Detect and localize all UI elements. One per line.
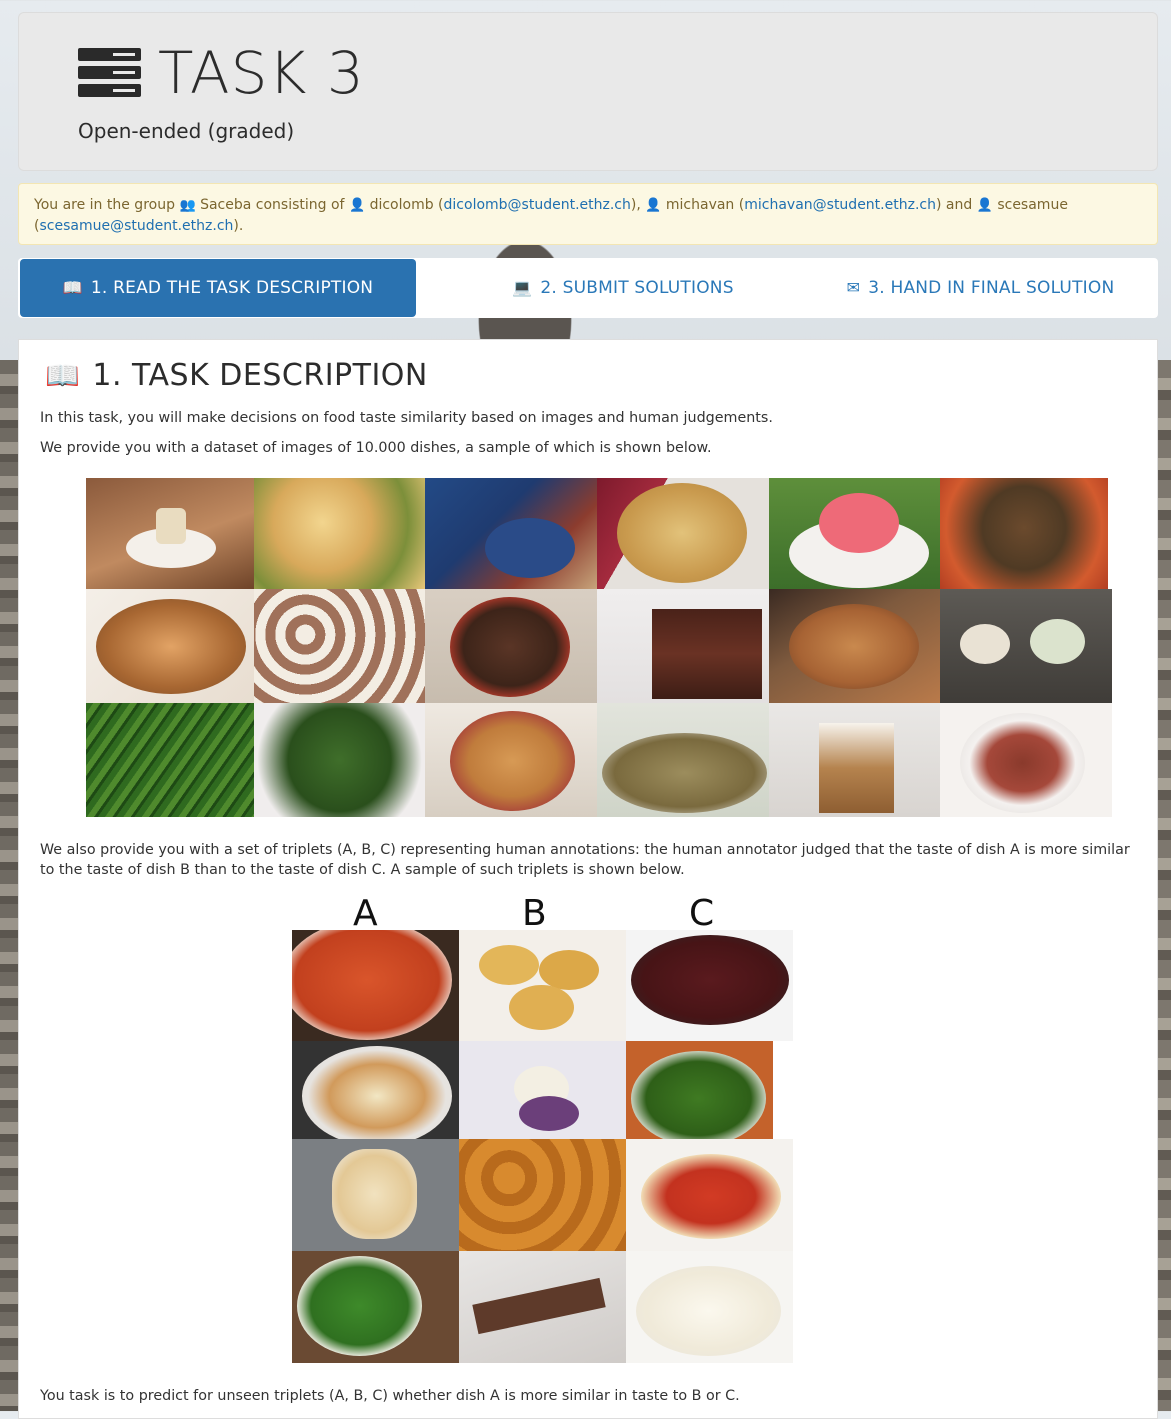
member-email-link[interactable]: dicolomb@student.ethz.ch [444, 197, 631, 213]
users-icon: 👥 [179, 198, 196, 213]
dish-image [940, 703, 1112, 817]
prediction-paragraph: You task is to predict for unseen triple… [40, 1388, 740, 1404]
tab-label: 1. READ THE TASK DESCRIPTION [90, 278, 374, 298]
tab-label: 2. SUBMIT SOLUTIONS [540, 278, 734, 298]
alert-and: and [945, 197, 973, 213]
tab-label: 3. HAND IN FINAL SOLUTION [868, 278, 1115, 298]
member-email-link[interactable]: scesamue@student.ethz.ch [39, 218, 233, 234]
triplet-image-c [626, 1251, 793, 1363]
alert-prefix: You are in the group [34, 197, 175, 213]
envelope-icon: ✉ [846, 278, 861, 297]
intro-paragraph: In this task, you will make decisions on… [40, 410, 773, 426]
dish-image [769, 589, 940, 703]
laptop-icon: 💻 [512, 278, 533, 297]
triplet-label-c: C [689, 893, 715, 934]
member-email-link[interactable]: michavan@student.ethz.ch [744, 197, 936, 213]
book-icon: 📖 [45, 359, 81, 392]
dish-image [254, 478, 425, 589]
tab-hand-in-final[interactable]: ✉ 3. HAND IN FINAL SOLUTION [808, 258, 1153, 318]
dish-image [425, 703, 597, 817]
triplet-image-a [292, 930, 459, 1041]
triplet-label-b: B [522, 893, 547, 934]
dataset-paragraph: We provide you with a dataset of images … [40, 440, 712, 456]
page-header: TASK 3 Open-ended (graded) [18, 12, 1158, 171]
group-alert: You are in the group 👥 Saceba consisting… [18, 183, 1158, 245]
dish-image [86, 589, 254, 703]
dish-image [254, 589, 425, 703]
page-subtitle: Open-ended (graded) [78, 119, 295, 143]
member-user: dicolomb [369, 197, 434, 213]
tab-read-description[interactable]: 📖 1. READ THE TASK DESCRIPTION [20, 259, 416, 317]
page-title: TASK 3 [158, 39, 365, 107]
dish-image [597, 589, 769, 703]
dish-image [769, 703, 940, 817]
user-icon: 👤 [348, 198, 366, 213]
triplet-label-a: A [353, 893, 378, 934]
dish-image [425, 589, 597, 703]
dish-image [254, 703, 425, 817]
task-description-panel: 📖 1. TASK DESCRIPTION In this task, you w… [18, 339, 1158, 1419]
tab-submit-solutions[interactable]: 💻 2. SUBMIT SOLUTIONS [448, 258, 798, 318]
triplet-paragraph: We also provide you with a set of triple… [40, 842, 1130, 878]
member-user: scesamue [997, 197, 1068, 213]
server-stack-icon [78, 48, 141, 98]
triplet-image-b [459, 1139, 626, 1251]
user-icon: 👤 [976, 198, 993, 213]
dish-image [940, 589, 1112, 703]
section-title: 📖 1. TASK DESCRIPTION [45, 358, 428, 393]
dish-image [940, 478, 1108, 589]
triplet-image-a [292, 1251, 459, 1363]
triplet-image-c [626, 1139, 793, 1251]
dish-image [425, 478, 597, 589]
dish-image [86, 703, 254, 817]
triplet-image-a [292, 1139, 459, 1251]
book-icon: 📖 [62, 278, 83, 297]
dish-image [769, 478, 940, 589]
triplet-image-b [459, 1251, 626, 1363]
triplet-image-a [292, 1041, 459, 1139]
dish-image [86, 478, 254, 589]
triplet-image-c [626, 930, 793, 1041]
member-user: michavan [665, 197, 735, 213]
triplet-image-b [459, 1041, 626, 1139]
section-title-text: 1. TASK DESCRIPTION [92, 358, 428, 393]
dish-image [597, 703, 769, 817]
dish-image [597, 478, 769, 589]
triplet-image-c [626, 1041, 773, 1139]
group-name: Saceba [200, 197, 252, 213]
alert-consisting: consisting of [255, 197, 345, 213]
user-icon: 👤 [645, 198, 662, 213]
triplet-image-b [459, 930, 626, 1041]
task-tabs: 📖 1. READ THE TASK DESCRIPTION 💻 2. SUBMIT… [18, 258, 1158, 318]
